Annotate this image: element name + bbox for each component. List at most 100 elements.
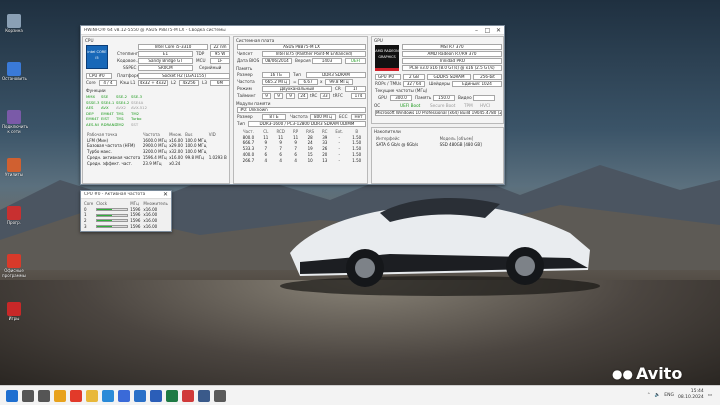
uefi-badge: UEFI xyxy=(345,58,366,64)
games-icon xyxy=(7,302,21,316)
cpu-pane: CPU intel CORE i5 Intel Core i5-3310 22 … xyxy=(82,36,230,184)
gpu-vram: 2 GB xyxy=(403,74,425,80)
core-clock-bar-fill xyxy=(97,214,113,216)
minimize-icon[interactable]: – xyxy=(471,26,482,35)
desktop-icon[interactable]: Прогр. xyxy=(2,206,26,226)
desktop-icon[interactable]: Утилиты xyxy=(2,158,26,178)
mb-section-label: Системная плата xyxy=(236,38,275,43)
chipset-value: Intel B75 (Panther Point-M Enhanced) xyxy=(262,51,366,57)
operating-point-row: Средн. эффект. част. 23.9 МГц x0.24 xyxy=(86,161,228,167)
desktop-icon[interactable]: Корзина xyxy=(2,14,26,34)
maximize-icon[interactable]: □ xyxy=(482,26,493,35)
desktop-icon[interactable]: Подключить к сети xyxy=(2,110,29,134)
cores-value: 4 / 4 xyxy=(99,80,117,86)
codename-value: Sandy Bridge GT xyxy=(138,58,193,64)
gpu-select[interactable]: GPU #0 xyxy=(375,74,401,80)
table-cell: 1.0293 В xyxy=(208,154,227,160)
features-grid: MMX SSE SSE-2 SSE-3 SSSE-3 SSE4.1 SSE4.2 SSE4A A… xyxy=(86,94,147,127)
notification-icon[interactable]: ▭ xyxy=(708,393,712,398)
table-cell: SATA 6 Gb/s @ 6Gb/s xyxy=(376,141,419,147)
gpu-vram-type: GDDR5 SDRAM xyxy=(427,74,471,80)
table-cell xyxy=(184,161,208,167)
cpu-select[interactable]: CPU #0 xyxy=(86,73,112,79)
trfc-label: tRFC xyxy=(333,93,343,98)
table-cell: 1596.4 МГц xyxy=(142,154,167,160)
language-indicator[interactable]: ENG xyxy=(664,393,674,398)
mem-mult-value: 6.67 xyxy=(298,79,318,85)
mem-mode-label: Режим xyxy=(237,86,252,91)
uefi-boot-flag: UEFI Boot xyxy=(400,103,421,108)
trfc-value: 174 xyxy=(351,93,366,99)
desktop-icon-label: Корзина xyxy=(5,28,23,33)
word-icon[interactable] xyxy=(150,389,162,402)
desktop-icon-label: Подключить к сети xyxy=(2,124,29,134)
table-cell: - xyxy=(338,157,340,163)
tdp-label: TDP xyxy=(196,51,205,56)
hvci-flag: HVCI xyxy=(480,103,491,108)
start-icon[interactable] xyxy=(6,389,18,402)
table-cell: 1596 xyxy=(130,223,141,229)
cpu-nm: 22 nm xyxy=(210,44,230,50)
feature-flag: TM2 xyxy=(116,121,125,127)
core-clock-bar-fill xyxy=(97,209,113,211)
cpu-frequency-window[interactable]: CPU #0 - Активная частота ✕ Core Clock МГц… xyxy=(80,190,172,232)
chrome-icon[interactable] xyxy=(54,389,66,402)
explorer-icon[interactable] xyxy=(86,389,98,402)
network-icon xyxy=(7,110,21,124)
times-sign: x xyxy=(320,79,323,84)
mem-size-value: 16 ГБ xyxy=(262,72,290,78)
edge-icon[interactable] xyxy=(102,389,114,402)
clock[interactable]: 15:44 08.10.2024 xyxy=(678,389,704,401)
close-icon[interactable]: ✕ xyxy=(160,191,171,199)
excel-icon[interactable] xyxy=(166,389,178,402)
module-select[interactable]: #0: Unknown xyxy=(237,107,366,113)
table-cell: 4 xyxy=(264,157,268,163)
cores-label: Core xyxy=(86,80,96,85)
title-bar[interactable]: HWiNFO® 64 v8.12-5550 @ ASUS P8B75-M LX … xyxy=(81,26,504,35)
cpu-frequency-title-bar[interactable]: CPU #0 - Активная частота ✕ xyxy=(81,191,171,199)
volume-icon[interactable]: 🔈 xyxy=(655,393,661,398)
core-clock-bar-fill xyxy=(97,220,113,222)
mail-icon[interactable] xyxy=(134,389,146,402)
hwinfo-icon[interactable] xyxy=(198,389,210,402)
desktop-icon[interactable]: Офисные программы xyxy=(2,254,26,278)
mem-type-label: Тип xyxy=(293,72,302,77)
bios-date-label: Дата BIOS xyxy=(237,58,260,63)
desktop-icon[interactable]: Игры xyxy=(2,302,26,322)
cr-value: 1T xyxy=(345,86,366,92)
task-view-icon[interactable] xyxy=(38,389,50,402)
store-icon[interactable] xyxy=(118,389,130,402)
avito-logo-icon: ●● xyxy=(612,366,633,381)
table-cell: 4 xyxy=(279,157,282,163)
gpu-model: Trinidad PRO xyxy=(402,58,502,64)
stepping-value: E1 xyxy=(138,51,193,57)
shaders-label: Шейдеры xyxy=(429,81,451,86)
desktop-icon[interactable]: Остановить xyxy=(2,62,27,82)
close-icon[interactable]: ✕ xyxy=(493,26,504,35)
l3-value: 6M xyxy=(210,80,230,86)
table-header-cell: Множитель xyxy=(143,201,168,206)
rops-label: ROPs / TMUs xyxy=(375,81,402,86)
media-icon[interactable] xyxy=(182,389,194,402)
intel-logo-icon: intel CORE i5 xyxy=(86,45,108,69)
mem-clock-label: Память xyxy=(415,95,432,100)
yandex-icon[interactable] xyxy=(70,389,82,402)
table-cell: 100.0 МГц xyxy=(185,149,207,155)
desktop-icon-label: Утилиты xyxy=(4,172,23,177)
drive-row: SATA 6 Gb/s @ 6Gb/s SSD 480GB [480 GB] xyxy=(375,142,502,148)
table-cell: SSD 480GB [480 GB] xyxy=(439,141,482,147)
stop-icon xyxy=(7,62,21,76)
app-icon[interactable] xyxy=(214,389,226,402)
core-clock-bar xyxy=(96,213,129,217)
hwinfo-window[interactable]: HWiNFO® 64 v8.12-5550 @ ASUS P8B75-M LX … xyxy=(80,25,505,185)
tray-chevron-icon[interactable]: ⌃ xyxy=(647,393,651,398)
modules-section-label: Модули памяти xyxy=(236,101,271,106)
cpu-section-label: CPU xyxy=(85,38,94,43)
search-icon[interactable] xyxy=(22,389,34,402)
timings-table: Част. CL RCD RP RAS RC Ext. В 800.0 11 11 11 28 39-1.… xyxy=(237,129,366,163)
module-type-label: Тип xyxy=(237,121,246,126)
app-icon xyxy=(7,206,21,220)
desktop-icon-label: Остановить xyxy=(2,76,27,81)
gpu-clock-value: 300.0 xyxy=(390,95,412,101)
mcu-label: MCU xyxy=(196,58,206,63)
